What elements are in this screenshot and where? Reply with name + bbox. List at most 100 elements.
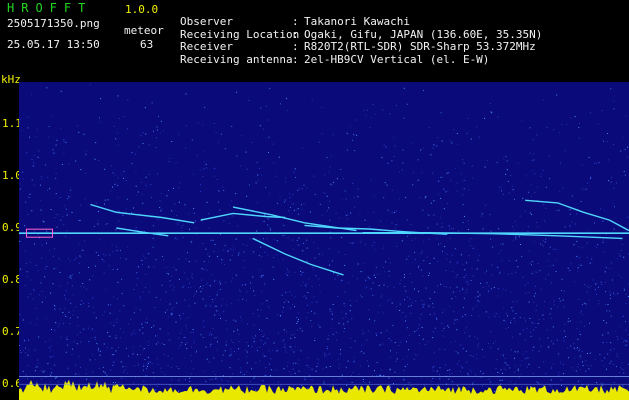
noise-pixel [556, 94, 558, 96]
noise-pixel [163, 130, 164, 132]
noise-pixel [557, 354, 559, 355]
noise-pixel [226, 380, 228, 382]
noise-pixel [448, 378, 450, 380]
noise-pixel [617, 337, 619, 339]
noise-pixel [395, 105, 397, 107]
noise-pixel [449, 261, 451, 263]
noise-pixel [232, 215, 234, 217]
noise-pixel [153, 325, 155, 327]
noise-pixel [79, 255, 81, 257]
noise-pixel [184, 379, 186, 381]
noise-pixel [306, 239, 308, 241]
noise-pixel [185, 318, 187, 319]
y-tick-label: 0.9 [2, 220, 22, 234]
noise-pixel [304, 295, 306, 297]
info-row-receiver: Receiver: R820T2(RTL-SDR) SDR-Sharp 53.37… [180, 29, 536, 53]
noise-pixel [491, 112, 493, 114]
noise-pixel [199, 191, 201, 192]
noise-pixel [573, 343, 575, 345]
noise-pixel [260, 340, 262, 342]
noise-pixel [24, 284, 26, 286]
noise-pixel [103, 253, 105, 255]
noise-pixel [378, 285, 380, 286]
noise-pixel [193, 212, 195, 214]
noise-pixel [261, 174, 263, 176]
noise-pixel [75, 373, 77, 375]
noise-pixel [135, 333, 137, 335]
noise-pixel [146, 368, 148, 370]
noise-pixel [145, 374, 147, 376]
noise-pixel [89, 84, 91, 86]
noise-pixel [505, 328, 507, 330]
noise-pixel [44, 340, 46, 342]
noise-pixel [547, 274, 549, 276]
y-tick-label: 1.0 [2, 168, 22, 182]
noise-pixel [211, 334, 213, 336]
noise-pixel [309, 211, 311, 213]
noise-pixel [152, 225, 154, 227]
noise-pixel [285, 181, 287, 183]
noise-pixel [372, 294, 374, 296]
noise-pixel [366, 286, 368, 288]
noise-pixel [495, 313, 497, 314]
noise-pixel [181, 230, 183, 232]
noise-pixel [192, 332, 194, 333]
noise-pixel [436, 318, 438, 320]
noise-pixel [202, 124, 204, 126]
noise-pixel [78, 243, 80, 245]
noise-pixel [443, 335, 445, 337]
noise-pixel [446, 286, 447, 288]
noise-pixel [474, 374, 476, 376]
noise-pixel [365, 279, 367, 281]
noise-pixel [141, 193, 143, 195]
noise-pixel [578, 264, 580, 266]
noise-pixel [535, 285, 537, 287]
noise-pixel [98, 348, 99, 350]
noise-pixel [609, 268, 611, 270]
noise-pixel [606, 141, 608, 143]
noise-pixel [406, 341, 407, 343]
noise-pixel [612, 203, 614, 205]
noise-pixel [244, 284, 246, 286]
noise-pixel [117, 132, 118, 134]
noise-pixel [362, 381, 364, 383]
noise-pixel [579, 333, 581, 335]
noise-pixel [208, 213, 210, 215]
noise-pixel [550, 367, 552, 369]
noise-pixel [39, 184, 41, 186]
noise-pixel [103, 260, 105, 262]
noise-pixel [468, 386, 470, 388]
noise-pixel [53, 152, 55, 154]
noise-pixel [534, 271, 536, 273]
noise-pixel [555, 249, 557, 251]
noise-pixel [117, 281, 119, 283]
noise-pixel [603, 140, 604, 142]
noise-pixel [598, 300, 600, 302]
noise-pixel [58, 323, 60, 325]
noise-pixel [559, 300, 561, 302]
noise-pixel [113, 353, 115, 355]
noise-pixel [240, 367, 242, 369]
noise-pixel [410, 312, 412, 314]
noise-pixel [92, 371, 94, 373]
noise-pixel [224, 148, 226, 150]
noise-pixel [512, 301, 514, 303]
noise-pixel [217, 310, 219, 312]
noise-pixel [533, 322, 535, 324]
noise-pixel [610, 315, 612, 317]
noise-pixel [588, 299, 590, 301]
noise-pixel [300, 267, 302, 269]
noise-pixel [178, 278, 180, 280]
noise-pixel [525, 320, 526, 322]
noise-pixel [215, 310, 217, 312]
noise-pixel [600, 382, 602, 384]
noise-pixel [407, 296, 409, 298]
noise-pixel [467, 117, 469, 119]
noise-pixel [489, 214, 491, 216]
noise-pixel [612, 279, 613, 281]
noise-pixel [293, 351, 295, 353]
noise-pixel [527, 357, 529, 359]
noise-pixel [338, 217, 340, 219]
noise-pixel [118, 220, 120, 222]
noise-pixel [263, 220, 265, 222]
